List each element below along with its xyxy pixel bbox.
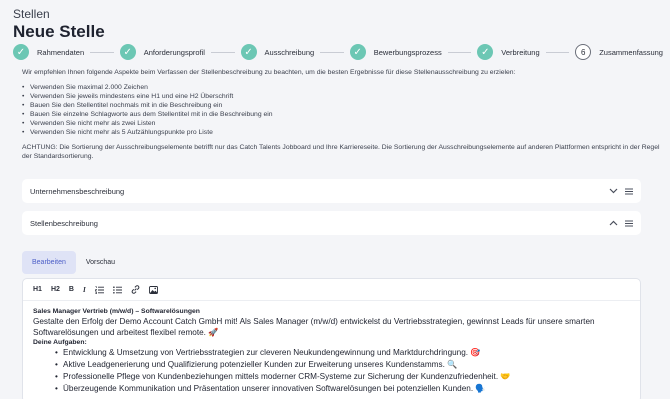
job-title-heading: Sales Manager Vertrieb (m/w/d) – Softwar…: [33, 308, 200, 315]
tasks-heading: Deine Aufgaben:: [33, 339, 87, 346]
editor-tabs: Bearbeiten Vorschau: [22, 251, 125, 274]
step-zusammenfassung[interactable]: 6 Zusammenfassung: [575, 44, 663, 60]
image-button[interactable]: [148, 285, 158, 294]
italic-button[interactable]: I: [83, 286, 86, 294]
check-icon: ✓: [349, 44, 366, 60]
step-label: Zusammenfassung: [599, 47, 663, 57]
sorting-warning: ACHTUNG: Die Sortierung der Ausschreibun…: [22, 144, 660, 160]
chevron-up-icon[interactable]: [609, 220, 618, 226]
list-item: Aktive Leadgenerierung und Qualifizierun…: [55, 359, 630, 371]
step-connector: [320, 51, 344, 53]
check-icon: ✓: [13, 44, 29, 60]
ordered-list-icon: [94, 285, 104, 294]
list-item: Verwenden Sie jeweils mindestens eine H1…: [22, 92, 662, 101]
editor-content[interactable]: Sales Manager Vertrieb (m/w/d) – Softwar…: [23, 301, 640, 399]
step-anforderungsprofil[interactable]: ✓ Anforderungsprofil: [119, 44, 205, 60]
page-header: Stellen Neue Stelle: [13, 7, 105, 42]
bold-button[interactable]: B: [69, 286, 74, 293]
section-stellenbeschreibung[interactable]: Stellenbeschreibung: [22, 211, 641, 235]
tab-bearbeiten[interactable]: Bearbeiten: [22, 251, 76, 274]
drag-handle-icon[interactable]: [625, 188, 633, 195]
list-item: Verwenden Sie nicht mehr als zwei Listen: [22, 119, 662, 128]
step-label: Bewerbungsprozess: [373, 47, 442, 57]
step-rahmendaten[interactable]: ✓ Rahmendaten: [13, 44, 84, 60]
list-item: Verwenden Sie nicht mehr als 5 Aufzählun…: [22, 128, 662, 137]
bullet-list-button[interactable]: [112, 285, 122, 294]
editor-toolbar: H1 H2 B I: [23, 279, 640, 301]
list-item: Verwenden Sie maximal 2.000 Zeichen: [22, 83, 662, 92]
link-button[interactable]: [131, 285, 140, 294]
step-connector: [447, 51, 472, 53]
step-ausschreibung[interactable]: ✓ Ausschreibung: [240, 44, 315, 60]
step-bewerbungsprozess[interactable]: ✓ Bewerbungsprozess: [349, 44, 442, 60]
image-icon: [148, 285, 158, 294]
chevron-down-icon[interactable]: [609, 188, 618, 194]
section-unternehmensbeschreibung[interactable]: Unternehmensbeschreibung: [22, 179, 641, 203]
guidelines-list: Verwenden Sie maximal 2.000 Zeichen Verw…: [22, 83, 662, 137]
check-icon: ✓: [477, 44, 494, 60]
section-title: Stellenbeschreibung: [30, 218, 98, 228]
list-item: Professionelle Pflege von Kundenbeziehun…: [55, 371, 630, 383]
section-title: Unternehmensbeschreibung: [30, 186, 125, 196]
link-icon: [131, 285, 140, 294]
wizard-stepper: ✓ Rahmendaten ✓ Anforderungsprofil ✓ Aus…: [13, 43, 663, 61]
step-connector: [90, 51, 114, 53]
tasks-list: Entwicklung & Umsetzung von Vertriebsstr…: [55, 347, 630, 395]
heading1-button[interactable]: H1: [33, 286, 42, 293]
step-label: Anforderungsprofil: [143, 47, 205, 57]
step-label: Ausschreibung: [264, 47, 315, 57]
check-icon: ✓: [240, 44, 257, 60]
ordered-list-button[interactable]: [94, 285, 104, 294]
writing-guidelines: Wir empfehlen Ihnen folgende Aspekte bei…: [22, 68, 662, 161]
step-label: Verbreitung: [501, 47, 540, 57]
list-item: Überzeugende Kommunikation und Präsentat…: [55, 383, 630, 395]
breadcrumb[interactable]: Stellen: [13, 7, 105, 21]
heading2-button[interactable]: H2: [51, 286, 60, 293]
step-connector: [210, 51, 235, 53]
bullet-list-icon: [112, 285, 122, 294]
guidelines-lead: Wir empfehlen Ihnen folgende Aspekte bei…: [22, 69, 516, 76]
check-icon: ✓: [119, 44, 136, 60]
step-connector: [545, 51, 570, 53]
page-title: Neue Stelle: [13, 22, 105, 41]
list-item: Entwicklung & Umsetzung von Vertriebsstr…: [55, 347, 630, 359]
step-verbreitung[interactable]: ✓ Verbreitung: [477, 44, 540, 60]
rich-text-editor[interactable]: H1 H2 B I Sales Manager Vertrieb (m/w/d)…: [22, 278, 641, 399]
step-number: 6: [575, 44, 592, 60]
intro-paragraph: Gestalte den Erfolg der Demo Account Cat…: [33, 317, 595, 337]
step-label: Rahmendaten: [37, 47, 85, 57]
tab-vorschau[interactable]: Vorschau: [76, 251, 125, 274]
list-item: Bauen Sie einzelne Schlagworte aus dem S…: [22, 110, 662, 119]
list-item: Bauen Sie den Stellentitel nochmals mit …: [22, 101, 662, 110]
drag-handle-icon[interactable]: [625, 220, 633, 227]
